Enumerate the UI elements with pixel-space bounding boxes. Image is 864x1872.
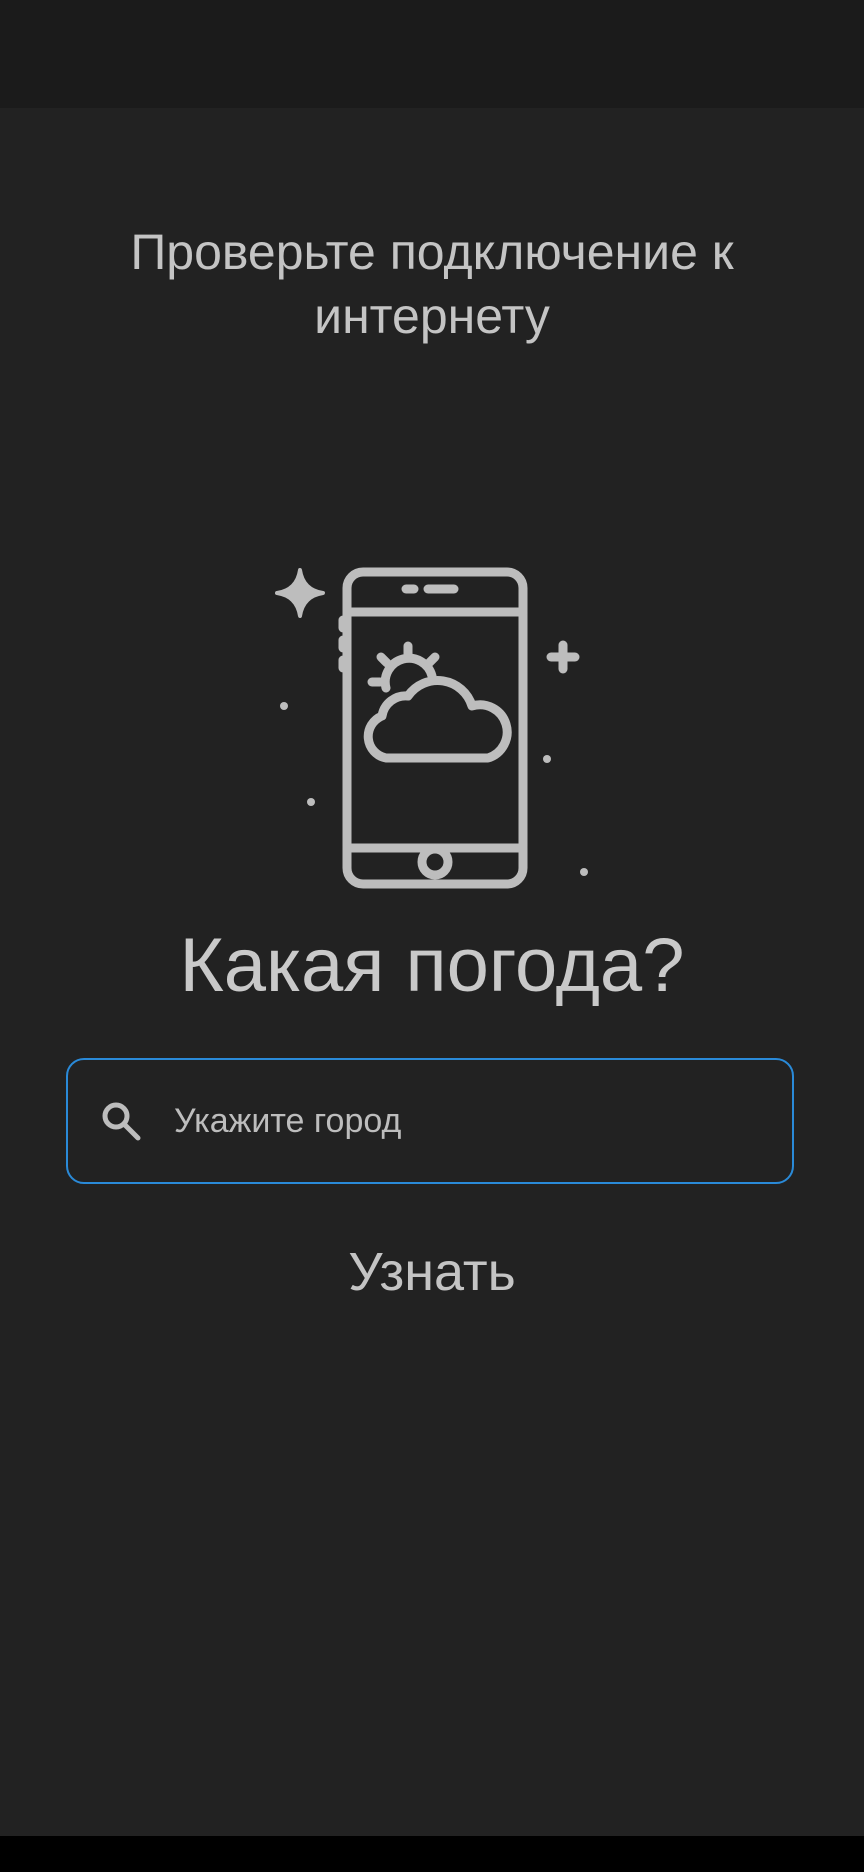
search-icon (98, 1098, 144, 1144)
connection-error-message: Проверьте подключение к интернету (130, 224, 734, 344)
navigation-bar (0, 1836, 864, 1872)
find-weather-button[interactable]: Узнать (282, 1232, 582, 1312)
phone-weather-icon (275, 567, 588, 889)
city-search-input[interactable] (174, 1060, 792, 1182)
status-bar (0, 0, 864, 108)
city-search-field[interactable] (66, 1058, 794, 1184)
app-screen: Проверьте подключение к интернету Какая … (0, 0, 864, 1872)
page-title: Какая погода? (179, 923, 685, 1008)
